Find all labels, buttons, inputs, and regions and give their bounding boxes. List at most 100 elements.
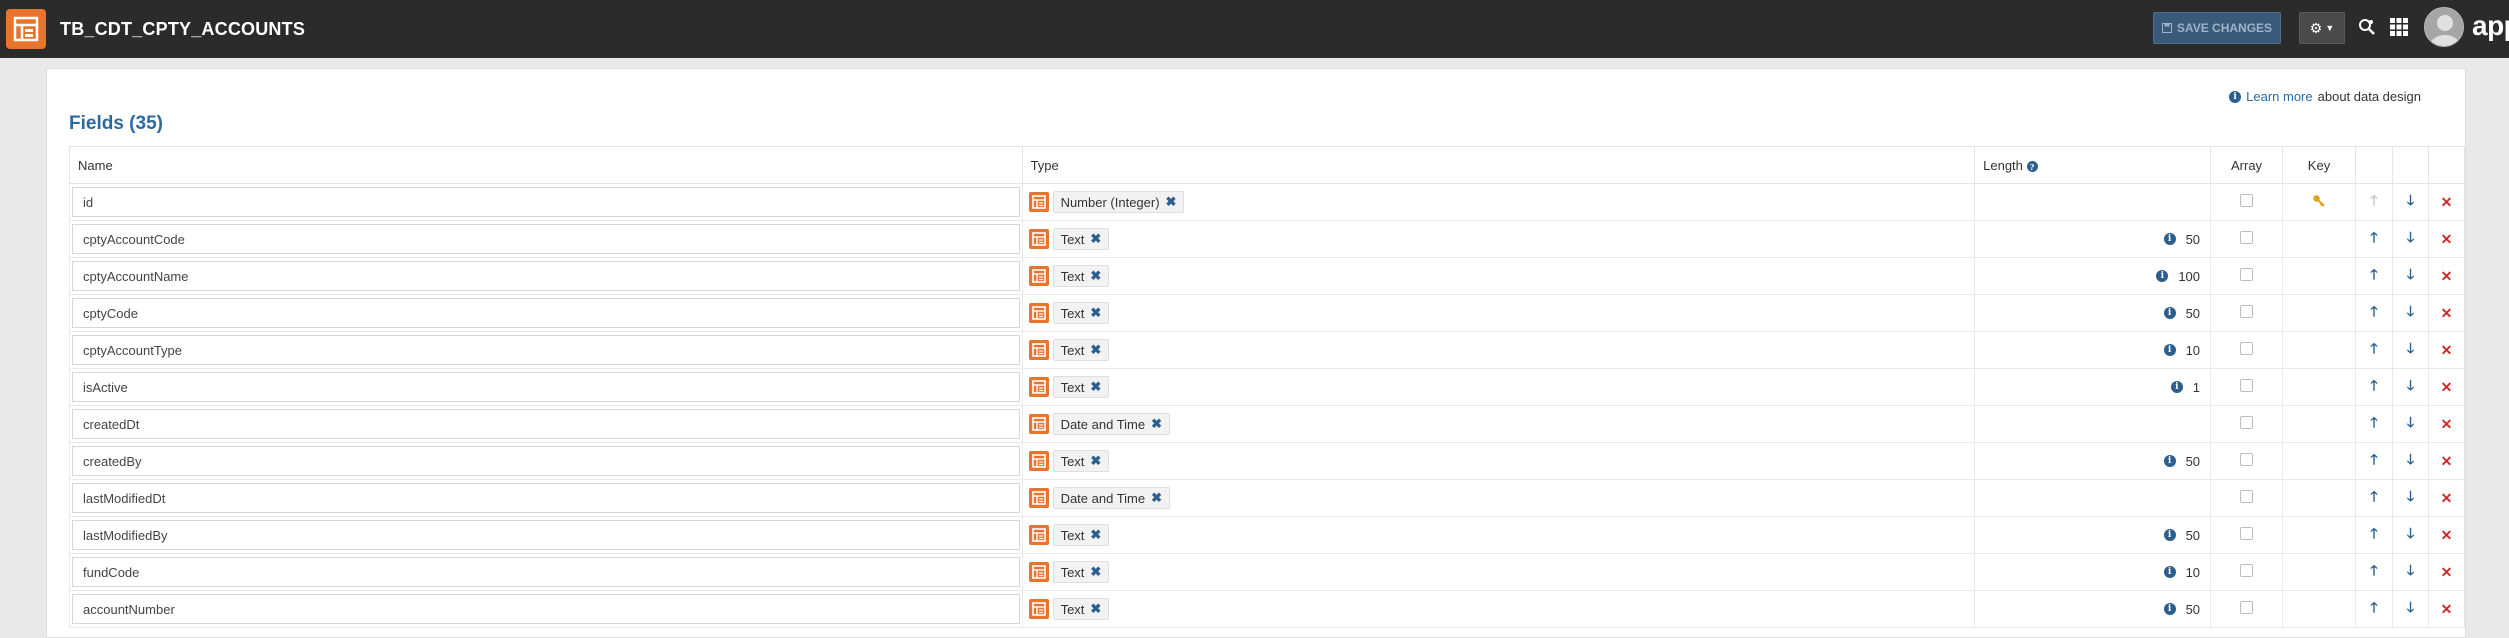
length-value[interactable]: 1 [2193,380,2200,395]
field-name-input[interactable]: cptyAccountCode [72,224,1020,254]
array-checkbox[interactable] [2240,342,2254,355]
delete-field-icon[interactable]: ✕ [2441,231,2453,247]
remove-type-icon[interactable]: ✖ [1090,601,1101,617]
type-chip[interactable]: Text ✖ [1052,561,1110,583]
field-type-icon[interactable] [1028,303,1049,323]
field-name-input[interactable]: cptyAccountType [72,335,1020,365]
delete-field-icon[interactable]: ✕ [2441,527,2453,543]
field-type-icon[interactable] [1028,599,1049,619]
move-up-icon[interactable]: 🡑 [2370,451,2377,467]
array-checkbox[interactable] [2240,416,2254,429]
settings-dropdown-button[interactable]: ⚙ ▼ [2299,12,2345,44]
type-chip[interactable]: Date and Time ✖ [1052,413,1171,435]
field-type-icon[interactable] [1028,525,1049,545]
field-name-input[interactable]: cptyCode [72,298,1020,328]
field-name-input[interactable]: fundCode [72,557,1020,587]
delete-field-icon[interactable]: ✕ [2441,379,2453,395]
type-chip[interactable]: Text ✖ [1052,598,1110,620]
field-type-icon[interactable] [1028,266,1049,286]
move-up-icon[interactable]: 🡑 [2370,229,2377,245]
move-down-icon[interactable]: 🡓 [2407,599,2414,615]
move-down-icon[interactable]: 🡓 [2407,488,2414,504]
field-name-input[interactable]: id [72,187,1020,217]
app-logo-icon[interactable] [6,9,46,49]
move-down-icon[interactable]: 🡓 [2407,377,2414,393]
learn-more-link[interactable]: Learn more [2246,89,2312,104]
move-down-icon[interactable]: 🡓 [2407,340,2414,356]
field-type-icon[interactable] [1028,192,1049,212]
move-down-icon[interactable]: 🡓 [2407,562,2414,578]
delete-field-icon[interactable]: ✕ [2441,416,2453,432]
move-up-icon[interactable]: 🡑 [2370,599,2377,615]
save-changes-button[interactable]: SAVE CHANGES [2153,12,2281,44]
array-checkbox[interactable] [2240,490,2254,503]
array-checkbox[interactable] [2240,268,2254,281]
type-chip[interactable]: Text ✖ [1052,450,1110,472]
length-value[interactable]: 10 [2186,343,2200,358]
move-up-icon[interactable]: 🡑 [2370,414,2377,430]
length-value[interactable]: 10 [2186,565,2200,580]
delete-field-icon[interactable]: ✕ [2441,490,2453,506]
length-value[interactable]: 100 [2178,269,2200,284]
length-value[interactable]: 50 [2186,306,2200,321]
type-chip[interactable]: Text ✖ [1052,302,1110,324]
length-info-icon[interactable]: i [2163,566,2176,578]
remove-type-icon[interactable]: ✖ [1090,527,1101,543]
type-chip[interactable]: Text ✖ [1052,524,1110,546]
delete-field-icon[interactable]: ✕ [2441,194,2453,210]
field-type-icon[interactable] [1028,488,1049,508]
remove-type-icon[interactable]: ✖ [1090,379,1101,395]
field-name-input[interactable]: createdBy [72,446,1020,476]
remove-type-icon[interactable]: ✖ [1090,305,1101,321]
length-info-icon[interactable]: i [2163,603,2176,615]
move-up-icon[interactable]: 🡑 [2370,303,2377,319]
type-chip[interactable]: Text ✖ [1052,228,1110,250]
type-chip[interactable]: Text ✖ [1052,376,1110,398]
field-type-icon[interactable] [1028,562,1049,582]
remove-type-icon[interactable]: ✖ [1151,490,1162,506]
field-type-icon[interactable] [1028,229,1049,249]
field-name-input[interactable]: cptyAccountName [72,261,1020,291]
array-checkbox[interactable] [2240,564,2254,577]
type-chip[interactable]: Number (Integer) ✖ [1052,191,1185,213]
delete-field-icon[interactable]: ✕ [2441,453,2453,469]
move-up-icon[interactable]: 🡑 [2370,266,2377,282]
array-checkbox[interactable] [2240,601,2254,614]
array-checkbox[interactable] [2240,194,2254,207]
move-up-icon[interactable]: 🡑 [2370,525,2377,541]
remove-type-icon[interactable]: ✖ [1151,416,1162,432]
length-info-icon[interactable]: i [2163,233,2176,245]
remove-type-icon[interactable]: ✖ [1090,268,1101,284]
length-info-icon[interactable]: i [2170,381,2183,393]
remove-type-icon[interactable]: ✖ [1090,564,1101,580]
length-info-icon[interactable]: i [2163,529,2176,541]
inspect-icon[interactable] [2356,16,2378,38]
apps-grid-icon[interactable] [2388,16,2410,38]
delete-field-icon[interactable]: ✕ [2441,305,2453,321]
remove-type-icon[interactable]: ✖ [1090,453,1101,469]
move-down-icon[interactable]: 🡓 [2407,525,2414,541]
remove-type-icon[interactable]: ✖ [1090,342,1101,358]
length-info-icon[interactable]: i [2156,270,2169,282]
field-name-input[interactable]: lastModifiedDt [72,483,1020,513]
move-down-icon[interactable]: 🡓 [2407,414,2414,430]
move-up-icon[interactable]: 🡑 [2370,488,2377,504]
field-type-icon[interactable] [1028,340,1049,360]
move-up-icon[interactable]: 🡑 [2370,377,2377,393]
length-info-icon[interactable]: i [2163,455,2176,467]
move-down-icon[interactable]: 🡓 [2407,192,2414,208]
length-value[interactable]: 50 [2186,528,2200,543]
field-type-icon[interactable] [1028,377,1049,397]
field-type-icon[interactable] [1028,451,1049,471]
help-icon[interactable]: ? [2026,161,2038,172]
array-checkbox[interactable] [2240,453,2254,466]
length-value[interactable]: 50 [2186,454,2200,469]
field-name-input[interactable]: accountNumber [72,594,1020,624]
length-value[interactable]: 50 [2186,602,2200,617]
key-icon[interactable] [2312,194,2326,208]
delete-field-icon[interactable]: ✕ [2441,268,2453,284]
move-up-icon[interactable]: 🡑 [2370,562,2377,578]
delete-field-icon[interactable]: ✕ [2441,342,2453,358]
array-checkbox[interactable] [2240,231,2254,244]
user-avatar[interactable] [2424,7,2464,47]
